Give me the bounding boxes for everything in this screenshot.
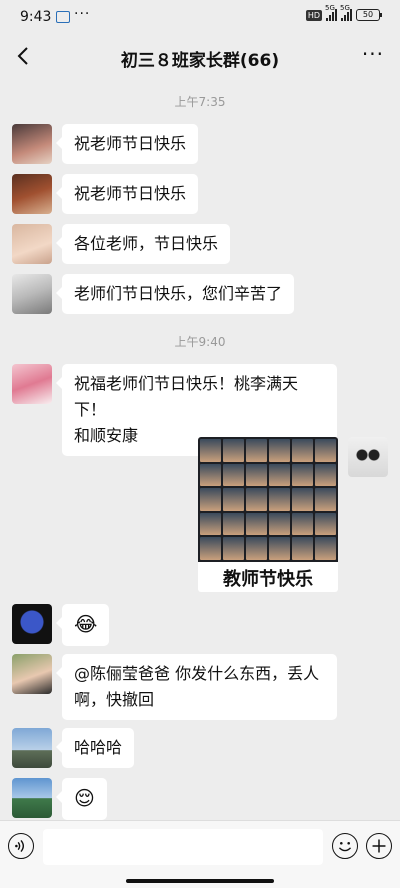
home-indicator	[126, 879, 274, 883]
status-time: 9:43	[20, 9, 52, 25]
signal-icon-2: 5G	[340, 4, 352, 21]
teachers-photo-grid	[198, 437, 338, 562]
message-bubble[interactable]: 老师们节日快乐，您们辛苦了	[55, 274, 295, 314]
image-message[interactable]: 教师节快乐	[198, 437, 338, 592]
message-bubble[interactable]: 祝老师节日快乐	[55, 124, 199, 164]
message-line: 祝福老师们节日快乐！桃李满天下！	[74, 374, 299, 419]
message-bubble[interactable]: 😂	[55, 604, 110, 646]
panda-avatar[interactable]	[348, 437, 388, 477]
time-divider: 上午7:35	[174, 95, 226, 109]
message-line: 啊，快撤回	[74, 690, 155, 709]
message-line: @陈俪莹爸爸 你发什么东西，丢人	[74, 664, 320, 683]
status-bar: 9:43 ··· HD 5G 5G 50	[0, 0, 400, 34]
network-label: 5G	[325, 4, 335, 12]
message-input[interactable]	[43, 829, 323, 865]
laughing-emoji-icon: 😂	[74, 612, 98, 636]
app-notification-icon	[56, 11, 70, 23]
avatar[interactable]	[12, 224, 52, 264]
avatar[interactable]	[12, 654, 52, 694]
plus-icon[interactable]	[366, 833, 392, 859]
avatar[interactable]	[12, 274, 52, 314]
status-indicators: HD 5G 5G 50	[305, 4, 382, 21]
status-more-icon: ···	[74, 6, 91, 22]
time-divider: 上午9:40	[174, 335, 226, 349]
avatar[interactable]	[12, 124, 52, 164]
avatar[interactable]	[12, 174, 52, 214]
message-bubble[interactable]: 各位老师，节日快乐	[55, 224, 231, 264]
message-bubble[interactable]: 😌	[56, 778, 107, 820]
relieved-emoji-icon: 😌	[74, 786, 95, 810]
input-bar	[0, 820, 400, 888]
avatar[interactable]	[12, 364, 52, 404]
message-bubble[interactable]: 祝老师节日快乐	[55, 174, 199, 214]
signal-icon: 5G	[325, 4, 337, 21]
avatar[interactable]	[12, 728, 52, 768]
network-label-2: 5G	[340, 4, 350, 12]
voice-input-icon[interactable]	[8, 833, 34, 859]
avatar[interactable]	[12, 778, 52, 818]
hd-badge: HD	[305, 9, 322, 21]
chat-title: 初三８班家长群(66)	[120, 51, 280, 71]
battery-icon: 50	[356, 9, 382, 21]
avatar[interactable]	[12, 604, 52, 644]
message-bubble[interactable]: 哈哈哈	[55, 728, 135, 768]
emoji-picker-icon[interactable]	[332, 833, 358, 859]
chat-header: 初三８班家长群(66) ···	[0, 34, 400, 78]
image-caption: 教师节快乐	[223, 569, 313, 590]
message-bubble[interactable]: @陈俪莹爸爸 你发什么东西，丢人 啊，快撤回	[56, 654, 337, 720]
more-options-icon[interactable]: ···	[362, 42, 384, 66]
